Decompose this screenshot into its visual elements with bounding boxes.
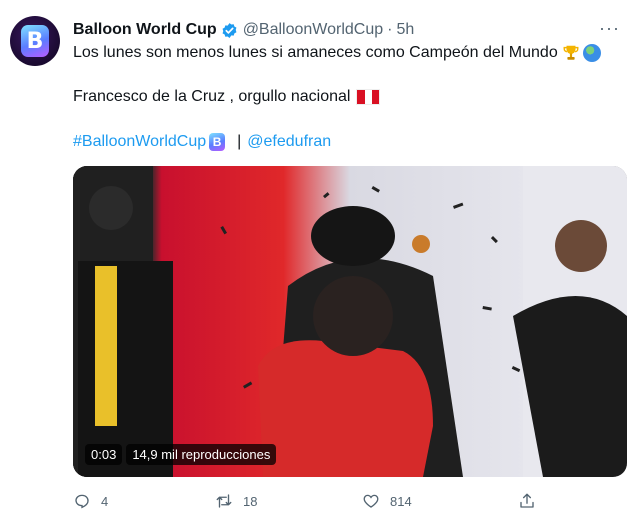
tweet-text: Francesco de la Cruz , orgullo nacional [73,88,351,105]
pipe-separator: | [237,133,242,150]
trophy-icon [563,45,579,60]
tweet-text: Los lunes son menos lunes si amaneces co… [73,44,558,61]
display-name[interactable]: Balloon World Cup [73,21,217,39]
like-count: 814 [390,493,412,509]
peru-flag-icon [356,89,381,105]
timestamp[interactable]: 5h [396,21,414,39]
more-options-icon[interactable]: ··· [599,18,620,39]
verified-badge-icon [222,22,237,38]
reply-count: 4 [101,493,109,509]
video-player[interactable]: 0:03 14,9 mil reproducciones [73,166,627,477]
tweet-text-line-2: Francesco de la Cruz , orgullo nacional [73,88,381,106]
retweet-button[interactable]: 18 [215,492,257,510]
tweet-header: Balloon World Cup @BalloonWorldCup · 5h … [73,18,620,42]
retweet-icon [216,494,232,508]
share-icon [520,493,534,508]
video-duration: 0:03 [85,443,123,465]
like-button[interactable]: 814 [362,492,412,510]
balloon-world-cup-logo: B [21,25,49,57]
view-count: 14,9 mil reproducciones [126,443,277,465]
retweet-count: 18 [243,493,258,509]
share-button[interactable] [518,492,546,510]
separator-dot: · [387,21,393,38]
video-frame-image [73,166,627,477]
tweet-text-line-3: #BalloonWorldCup B | @efedufran [73,133,331,151]
tweet-actions: 4 18 814 [73,492,593,516]
hashtag-link[interactable]: #BalloonWorldCup [73,133,206,151]
user-handle[interactable]: @BalloonWorldCup [243,21,383,39]
avatar[interactable]: B [10,16,60,66]
tweet-text-line-1: Los lunes son menos lunes si amaneces co… [73,44,601,62]
heart-icon [363,494,379,508]
globe-icon [582,44,601,62]
reply-button[interactable]: 4 [73,492,108,510]
hashtag-badge-icon: B [209,133,226,151]
video-stats: 0:03 14,9 mil reproducciones [85,443,277,465]
mention-link[interactable]: @efedufran [247,133,331,151]
reply-icon [75,494,89,509]
